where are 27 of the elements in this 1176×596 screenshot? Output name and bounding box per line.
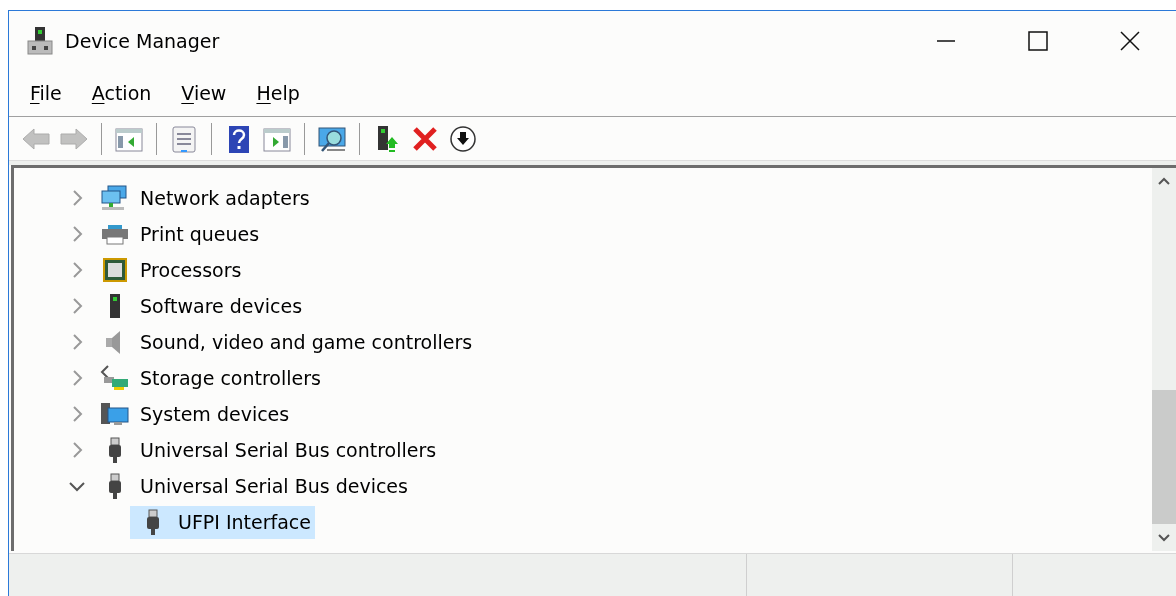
storage-card-icon	[100, 365, 130, 391]
tree-item[interactable]: System devices	[138, 397, 294, 431]
system-monitor-icon	[100, 401, 130, 427]
network-icon	[100, 185, 130, 211]
tree-item[interactable]: Universal Serial Bus controllers	[138, 433, 441, 467]
down-arrow-circle-icon[interactable]	[448, 123, 478, 154]
close-icon[interactable]	[1120, 31, 1140, 51]
tree-item[interactable]: Network adapters	[138, 181, 314, 215]
properties-icon[interactable]	[169, 123, 199, 154]
menu-item[interactable]: Help	[247, 79, 309, 108]
tree-item[interactable]: Storage controllers	[138, 361, 325, 395]
scrollbar[interactable]	[1152, 168, 1176, 551]
menu-item[interactable]: File	[21, 79, 71, 108]
menu-item[interactable]: Action	[82, 79, 161, 108]
app-icon	[27, 27, 53, 55]
scroll-down-icon[interactable]	[1157, 533, 1171, 543]
tree-item[interactable]: Print queues	[138, 217, 264, 251]
tree-item[interactable]: Universal Serial Bus devices	[138, 469, 412, 503]
scroll-up-icon[interactable]	[1157, 176, 1171, 186]
scroll-thumb[interactable]	[1152, 390, 1176, 524]
menu-item[interactable]: View	[172, 79, 236, 108]
tree-item[interactable]: Processors	[138, 253, 246, 287]
window-title: Device Manager	[65, 28, 220, 54]
chip-icon	[100, 257, 130, 283]
tree-item[interactable]: Software devices	[138, 289, 307, 323]
tree-item[interactable]: Sound, video and game controllers	[138, 325, 477, 359]
maximize-icon[interactable]	[1028, 31, 1048, 51]
